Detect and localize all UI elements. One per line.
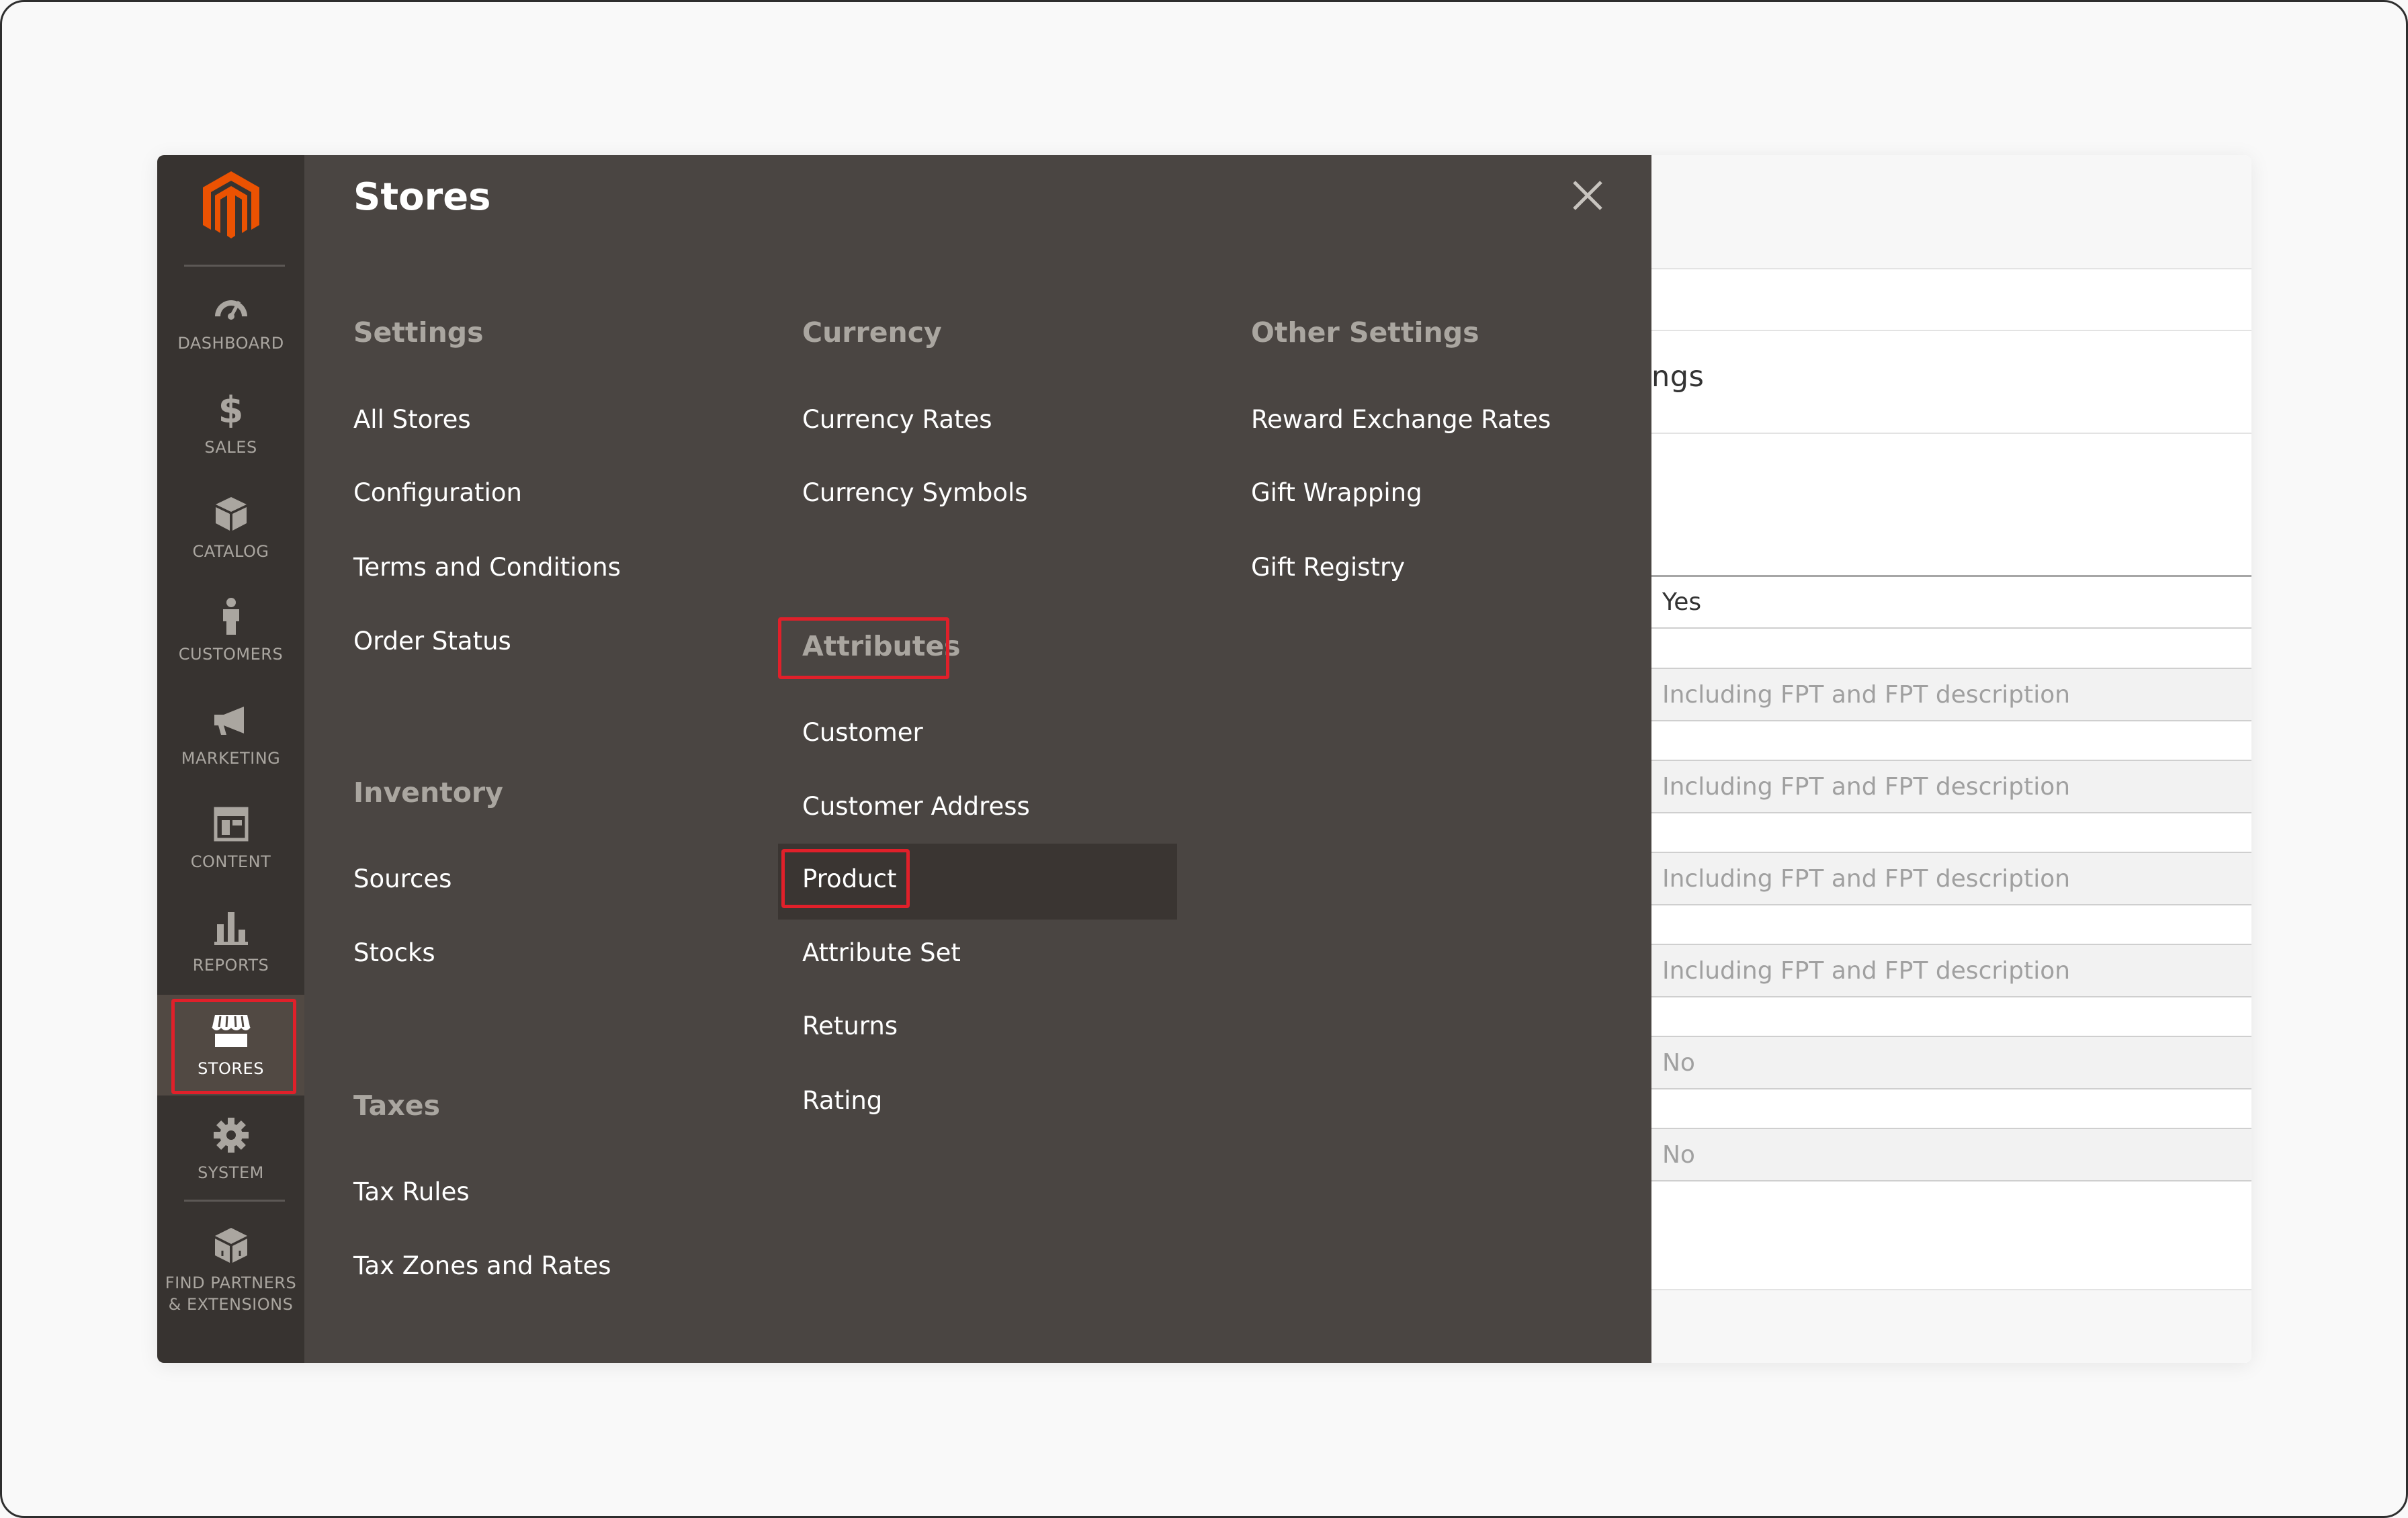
- stores-menu-panel: Stores Settings All Stores Configuration…: [304, 155, 1651, 1363]
- menu-link-rating[interactable]: Rating: [802, 1086, 882, 1115]
- menu-link-attribute-set[interactable]: Attribute Set: [802, 938, 961, 967]
- nav-content[interactable]: CONTENT: [157, 788, 304, 889]
- menu-link-configuration[interactable]: Configuration: [353, 478, 522, 507]
- panel-title: Stores: [353, 175, 491, 219]
- nav-catalog[interactable]: CATALOG: [157, 478, 304, 578]
- menu-link-tax-rules[interactable]: Tax Rules: [353, 1177, 470, 1206]
- menu-link-gift-registry[interactable]: Gift Registry: [1251, 553, 1405, 582]
- divider: [1651, 433, 2251, 434]
- nav-reports[interactable]: REPORTS: [157, 891, 304, 992]
- menu-link-returns[interactable]: Returns: [802, 1012, 898, 1040]
- divider: [184, 1200, 285, 1202]
- bar-chart-icon: [211, 907, 251, 948]
- nav-label: MARKETING: [181, 749, 281, 768]
- menu-link-terms-and-conditions[interactable]: Terms and Conditions: [353, 553, 621, 582]
- nav-marketing[interactable]: MARKETING: [157, 684, 304, 785]
- section-title-currency: Currency: [802, 316, 942, 349]
- dashboard-gauge-icon: [211, 285, 251, 326]
- layout-icon: [211, 804, 251, 844]
- menu-link-sources[interactable]: Sources: [353, 864, 452, 893]
- nav-system[interactable]: SYSTEM: [157, 1099, 304, 1200]
- nav-label: STORES: [198, 1059, 264, 1078]
- nav-label: SALES: [204, 438, 257, 457]
- menu-link-order-status[interactable]: Order Status: [353, 627, 511, 656]
- nav-label: FIND PARTNERS: [165, 1274, 297, 1292]
- megaphone-icon: [211, 701, 251, 741]
- box-icon: [211, 494, 251, 534]
- section-title-attributes: Attributes: [802, 630, 961, 662]
- magento-logo[interactable]: [198, 169, 265, 242]
- nav-find-partners[interactable]: FIND PARTNERS & EXTENSIONS: [157, 1206, 304, 1334]
- page-header: [1651, 155, 2251, 269]
- nav-label: SYSTEM: [198, 1163, 264, 1182]
- section-title-taxes: Taxes: [353, 1089, 441, 1122]
- config-field: Including FPT and FPT description: [1651, 760, 2251, 813]
- storefront-icon: [211, 1011, 251, 1051]
- divider: [184, 265, 285, 267]
- nav-customers[interactable]: CUSTOMERS: [157, 580, 304, 681]
- close-icon[interactable]: [1567, 175, 1608, 216]
- nav-label: CUSTOMERS: [178, 645, 284, 664]
- gear-icon: [211, 1115, 251, 1155]
- section-title-inventory: Inventory: [353, 776, 503, 809]
- nav-label: REPORTS: [192, 956, 269, 975]
- nav-label: & EXTENSIONS: [168, 1295, 294, 1314]
- config-field: Including FPT and FPT description: [1651, 668, 2251, 721]
- config-field: No: [1651, 1128, 2251, 1181]
- nav-stores[interactable]: STORES: [157, 995, 304, 1096]
- section-title-other-settings: Other Settings: [1251, 316, 1479, 349]
- person-icon: [211, 596, 251, 637]
- nav-label: DASHBOARD: [177, 334, 284, 353]
- page-footer: [1651, 1289, 2251, 1363]
- menu-link-tax-zones-and-rates[interactable]: Tax Zones and Rates: [353, 1251, 611, 1280]
- menu-link-customer[interactable]: Customer: [802, 718, 923, 747]
- menu-link-reward-exchange-rates[interactable]: Reward Exchange Rates: [1251, 405, 1551, 434]
- menu-link-currency-symbols[interactable]: Currency Symbols: [802, 478, 1028, 507]
- menu-link-product[interactable]: Product: [802, 864, 896, 893]
- config-field[interactable]: Yes: [1651, 575, 2251, 629]
- admin-sidebar: DASHBOARD $ SALES CATALOG CUSTOMERS MARK…: [157, 155, 304, 1363]
- cubes-icon: [211, 1225, 251, 1265]
- nav-sales[interactable]: $ SALES: [157, 373, 304, 474]
- background-config-page: ngs Yes Including FPT and FPT descriptio…: [1651, 155, 2251, 1363]
- nav-label: CATALOG: [192, 542, 269, 561]
- config-field: Including FPT and FPT description: [1651, 944, 2251, 997]
- dollar-icon: $: [218, 388, 244, 431]
- admin-window: ngs Yes Including FPT and FPT descriptio…: [157, 155, 2251, 1363]
- config-field: Including FPT and FPT description: [1651, 852, 2251, 905]
- menu-link-stocks[interactable]: Stocks: [353, 938, 435, 967]
- menu-link-currency-rates[interactable]: Currency Rates: [802, 405, 992, 434]
- nav-dashboard[interactable]: DASHBOARD: [157, 269, 304, 370]
- menu-link-gift-wrapping[interactable]: Gift Wrapping: [1251, 478, 1422, 507]
- menu-link-all-stores[interactable]: All Stores: [353, 405, 471, 434]
- section-heading: ngs: [1651, 360, 1705, 394]
- menu-link-customer-address[interactable]: Customer Address: [802, 792, 1030, 821]
- config-field: No: [1651, 1036, 2251, 1089]
- nav-label: CONTENT: [190, 852, 271, 871]
- divider: [1651, 330, 2251, 331]
- section-title-settings: Settings: [353, 316, 484, 349]
